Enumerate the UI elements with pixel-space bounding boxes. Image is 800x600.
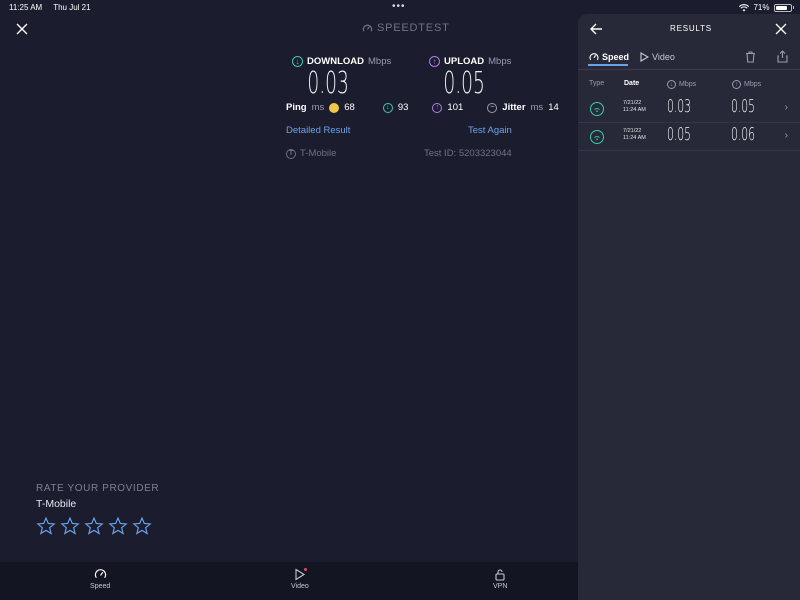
tab-video[interactable]: Video [640, 52, 675, 62]
tabs-divider [578, 69, 800, 70]
rate-provider-section: RATE YOUR PROVIDER T-Mobile [36, 483, 159, 536]
star-icon[interactable] [132, 516, 152, 536]
play-icon [295, 568, 307, 581]
bottom-nav: Speed Video VPN [0, 562, 578, 600]
result-row[interactable]: 7/21/22 11:24 AM 0.05 0.06 › [578, 123, 800, 151]
download-arrow-icon: ↓ [667, 80, 676, 89]
chevron-right-icon: › [784, 102, 788, 113]
battery-icon [773, 3, 792, 12]
ping-label: Ping [286, 102, 307, 113]
detailed-result-link[interactable]: Detailed Result [286, 125, 350, 136]
play-icon [640, 52, 649, 62]
col-header-upload-unit: Mbps [744, 81, 762, 88]
provider-icon: T [286, 148, 296, 159]
back-arrow-icon[interactable] [589, 22, 604, 36]
row-time: 11:24 AM [623, 107, 646, 113]
speed-gauge-icon [94, 569, 106, 579]
status-date: Thu Jul 21 [53, 3, 91, 12]
ping-idle-value: 68 [344, 102, 355, 113]
gauge-icon [362, 24, 373, 32]
status-bar-right: 71% [739, 3, 794, 12]
row-upload: 0.05 [731, 96, 756, 117]
col-header-download-unit: Mbps [679, 81, 697, 88]
download-latency-icon: ↓ [382, 102, 393, 113]
row-upload: 0.06 [731, 124, 756, 145]
upload-arrow-icon: ↑ [732, 80, 741, 89]
ping-unit: ms [311, 102, 325, 113]
provider-row: T T-Mobile [286, 148, 336, 159]
nav-vpn[interactable]: VPN [493, 568, 507, 590]
download-value: 0.03 [307, 66, 349, 101]
tab-video-label: Video [652, 52, 675, 62]
nav-video[interactable]: Video [291, 568, 309, 590]
gauge-icon [589, 53, 599, 61]
upload-unit: Mbps [488, 56, 512, 67]
star-icon[interactable] [60, 516, 80, 536]
active-tab-indicator [588, 64, 628, 66]
nav-vpn-label: VPN [493, 583, 508, 590]
nav-speed-label: Speed [90, 583, 111, 590]
star-icon[interactable] [108, 516, 128, 536]
col-header-date[interactable]: Date [624, 80, 639, 87]
status-bar-left: 11:25 AM Thu Jul 21 [9, 3, 91, 12]
upload-value: 0.05 [443, 66, 485, 101]
upload-latency-icon: ↑ [432, 102, 443, 113]
provider-name: T-Mobile [300, 148, 337, 159]
ping-up-value: 101 [447, 102, 464, 113]
brand-text: SPEEDTEST [377, 22, 450, 34]
test-again-link[interactable]: Test Again [468, 125, 512, 136]
multitask-dots-icon[interactable]: ••• [392, 1, 406, 12]
test-id: Test ID: 5203323044 [424, 148, 512, 159]
share-icon[interactable] [777, 50, 788, 63]
battery-percent: 71% [753, 3, 770, 12]
rate-title: RATE YOUR PROVIDER [36, 483, 160, 494]
idle-latency-icon [329, 102, 340, 113]
jitter-value: 14 [548, 102, 559, 113]
results-title: RESULTS [670, 24, 712, 33]
wifi-type-icon [590, 130, 604, 144]
download-unit: Mbps [368, 56, 392, 67]
row-time: 11:24 AM [623, 135, 646, 141]
upload-arrow-icon: ↑ [429, 56, 440, 67]
ping-row: Ping ms 68 ↓ 93 ↑ 101 ~ Jitter ms 14 [286, 102, 559, 113]
col-header-type: Type [589, 80, 605, 87]
wifi-icon [739, 3, 750, 11]
tab-speed[interactable]: Speed [589, 52, 629, 62]
close-icon[interactable] [775, 23, 787, 35]
jitter-icon: ~ [487, 102, 498, 113]
nav-speed[interactable]: Speed [90, 568, 110, 590]
result-row[interactable]: 7/21/22 11:24 AM 0.03 0.05 › [578, 95, 800, 123]
col-header-upload: ↑ Mbps [732, 80, 761, 89]
star-rating [36, 516, 159, 536]
status-time: 11:25 AM [9, 3, 43, 12]
row-datetime: 7/21/22 11:24 AM [623, 100, 646, 114]
rate-provider-name: T-Mobile [36, 498, 77, 510]
close-icon[interactable] [14, 21, 30, 37]
lock-icon [495, 569, 505, 581]
speedtest-logo: SPEEDTEST [362, 22, 450, 34]
row-download: 0.03 [667, 96, 692, 117]
jitter-label: Jitter [502, 102, 526, 113]
jitter-unit: ms [530, 102, 544, 113]
row-date: 7/21/22 [623, 128, 642, 134]
row-download: 0.05 [667, 124, 692, 145]
download-arrow-icon: ↓ [292, 56, 303, 67]
col-header-download: ↓ Mbps [667, 80, 696, 89]
tab-speed-label: Speed [602, 52, 630, 62]
chevron-right-icon: › [784, 130, 788, 141]
row-datetime: 7/21/22 11:24 AM [623, 128, 646, 142]
ping-down-value: 93 [397, 102, 409, 113]
star-icon[interactable] [84, 516, 104, 536]
wifi-type-icon [590, 102, 604, 116]
trash-icon[interactable] [745, 51, 756, 63]
star-icon[interactable] [36, 516, 56, 536]
nav-video-label: Video [291, 583, 309, 590]
row-date: 7/21/22 [623, 100, 642, 106]
